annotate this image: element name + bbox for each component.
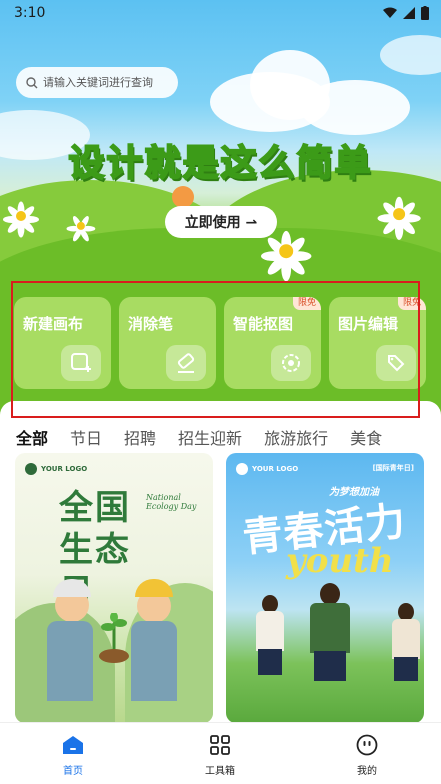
template-logo: YOUR LOGO bbox=[25, 463, 87, 475]
nav-profile[interactable]: 我的 bbox=[337, 733, 397, 777]
tab-festival[interactable]: 节日 bbox=[70, 425, 102, 449]
highlight-box bbox=[11, 281, 420, 418]
template-card-youth[interactable]: YOUR LOGO [国际青年日] 为梦想加油 青春活力 youth bbox=[226, 453, 424, 723]
tab-food[interactable]: 美食 bbox=[350, 425, 382, 449]
wifi-icon bbox=[383, 7, 397, 18]
daisy-flower bbox=[2, 201, 39, 237]
tab-travel[interactable]: 旅游旅行 bbox=[264, 425, 328, 449]
bottom-navigation: 首页 工具箱 我的 bbox=[0, 722, 441, 784]
nav-label: 工具箱 bbox=[205, 766, 235, 777]
template-card-ecology[interactable]: YOUR LOGO 全国生态日 National Ecology Day bbox=[15, 453, 213, 723]
soil bbox=[99, 649, 129, 663]
daisy-flower bbox=[66, 214, 95, 243]
template-word: youth bbox=[286, 541, 394, 581]
content-sheet: 全部 节日 招聘 招生迎新 旅游旅行 美食 YOUR LOGO 全国生态日 Na… bbox=[0, 401, 441, 731]
daisy-flower bbox=[260, 230, 311, 281]
face-icon bbox=[355, 733, 379, 757]
cloud bbox=[380, 35, 441, 75]
tab-recruitment[interactable]: 招聘 bbox=[124, 425, 156, 449]
person-legs bbox=[258, 649, 282, 675]
template-logo: YOUR LOGO bbox=[236, 463, 298, 475]
person-legs bbox=[394, 657, 418, 681]
template-tag: [国际青年日] bbox=[372, 464, 414, 472]
status-bar: 3:10 bbox=[0, 0, 441, 26]
person-body bbox=[310, 603, 350, 653]
ball-decoration bbox=[172, 186, 194, 208]
nav-label: 我的 bbox=[357, 766, 377, 777]
signal-icon bbox=[403, 7, 415, 19]
person-body bbox=[47, 621, 93, 701]
person-body bbox=[131, 621, 177, 701]
template-subtitle: National Ecology Day bbox=[146, 493, 197, 511]
battery-icon bbox=[421, 6, 429, 20]
search-bar[interactable] bbox=[16, 67, 178, 98]
hero-slogan: 设计就是这么简单 bbox=[67, 142, 373, 185]
person-body bbox=[392, 619, 420, 659]
grid-icon bbox=[208, 733, 232, 757]
search-input[interactable] bbox=[43, 76, 168, 89]
nav-toolbox[interactable]: 工具箱 bbox=[190, 733, 250, 777]
tab-enrollment[interactable]: 招生迎新 bbox=[178, 425, 242, 449]
status-time: 3:10 bbox=[14, 5, 46, 21]
person-head bbox=[320, 583, 340, 605]
start-now-button[interactable]: 立即使用 ⇀ bbox=[165, 206, 277, 238]
seedling bbox=[101, 612, 127, 653]
category-tabs: 全部 节日 招聘 招生迎新 旅游旅行 美食 bbox=[16, 425, 382, 449]
person-body bbox=[256, 611, 284, 651]
cloud bbox=[300, 80, 410, 135]
person-legs bbox=[314, 651, 346, 681]
search-icon bbox=[26, 76, 38, 88]
nav-label: 首页 bbox=[63, 766, 83, 777]
nav-home[interactable]: 首页 bbox=[43, 733, 103, 777]
tab-all[interactable]: 全部 bbox=[16, 425, 48, 449]
daisy-flower bbox=[376, 196, 421, 240]
logo-mark bbox=[236, 463, 248, 475]
home-icon bbox=[61, 733, 85, 757]
logo-mark bbox=[25, 463, 37, 475]
